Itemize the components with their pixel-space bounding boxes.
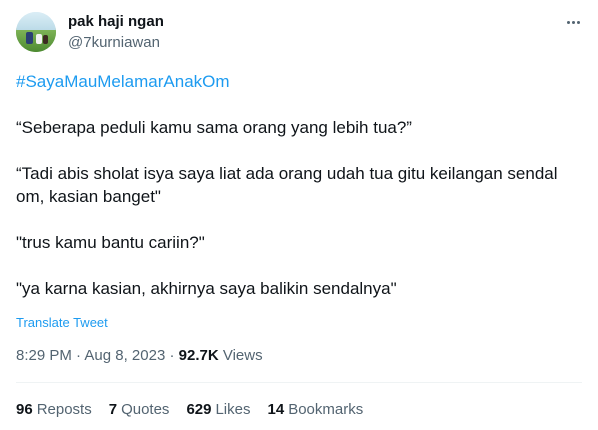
avatar-figure	[36, 34, 42, 44]
translate-tweet-link[interactable]: Translate Tweet	[16, 314, 108, 332]
author-handle[interactable]: @7kurniawan	[68, 33, 160, 53]
meta-separator: ·	[76, 347, 82, 364]
tweet-text: #SayaMauMelamarAnakOm “Seberapa peduli k…	[16, 70, 582, 300]
bookmarks-count: 14	[267, 401, 285, 418]
likes-count: 629	[186, 401, 212, 418]
views-label: Views	[222, 347, 263, 364]
avatar-figure	[43, 35, 48, 44]
divider	[16, 382, 582, 383]
tweet-line: "ya karna kasian, akhirnya saya balikin …	[16, 279, 397, 298]
likes-stat[interactable]: 629 Likes	[186, 400, 250, 420]
tweet-time[interactable]: 8:29 PM	[16, 347, 72, 364]
bookmarks-label: Bookmarks	[288, 401, 364, 418]
meta-separator: ·	[169, 347, 175, 364]
avatar-sky	[16, 12, 56, 30]
bookmarks-stat[interactable]: 14 Bookmarks	[268, 400, 364, 420]
tweet-line: “Tadi abis sholat isya saya liat ada ora…	[16, 164, 558, 183]
reposts-label: Reposts	[36, 401, 92, 418]
views-count: 92.7K	[178, 347, 219, 364]
tweet-line: "trus kamu bantu cariin?"	[16, 233, 205, 252]
reposts-count: 96	[16, 401, 33, 418]
tweet-meta: 8:29 PM · Aug 8, 2023 · 92.7K Views	[16, 346, 263, 366]
tweet-date[interactable]: Aug 8, 2023	[84, 347, 165, 364]
tweet-line: om, kasian banget"	[16, 187, 161, 206]
reposts-stat[interactable]: 96 Reposts	[16, 400, 92, 420]
engagement-stats: 96 Reposts 7 Quotes 629 Likes 14 Bookmarks	[16, 400, 363, 420]
tweet-card: pak haji ngan @7kurniawan #SayaMauMelama…	[0, 0, 598, 430]
more-options-button[interactable]	[560, 12, 586, 32]
quotes-stat[interactable]: 7 Quotes	[109, 400, 170, 420]
tweet-line: “Seberapa peduli kamu sama orang yang le…	[16, 118, 412, 137]
avatar[interactable]	[16, 12, 56, 52]
quotes-count: 7	[108, 401, 118, 418]
avatar-figure	[26, 32, 33, 44]
more-dots-icon	[566, 20, 570, 24]
more-dots-icon	[576, 20, 580, 24]
quotes-label: Quotes	[121, 401, 170, 418]
author-display-name[interactable]: pak haji ngan	[68, 12, 164, 32]
likes-label: Likes	[215, 401, 251, 418]
hashtag-link[interactable]: #SayaMauMelamarAnakOm	[16, 72, 230, 91]
more-dots-icon	[571, 20, 575, 24]
